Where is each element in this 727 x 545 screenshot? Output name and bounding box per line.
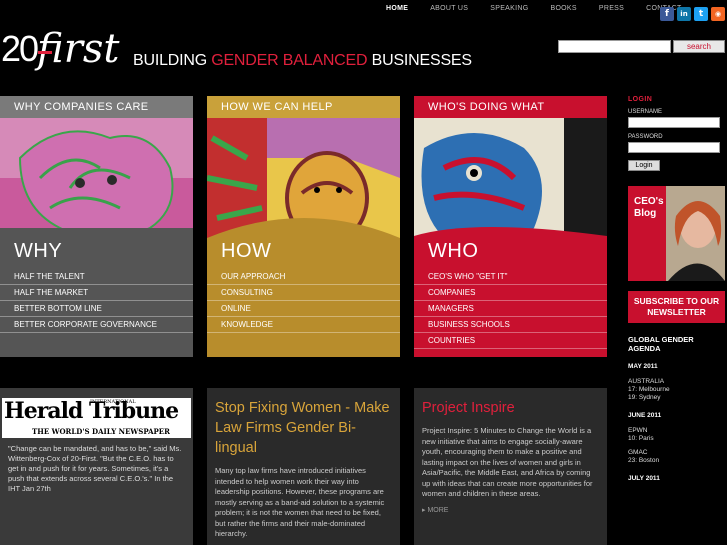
menu-spacer [207, 333, 400, 357]
menu-spacer [414, 349, 607, 357]
nav-books[interactable]: BOOKS [539, 4, 587, 14]
how-artwork[interactable]: HOW [207, 118, 400, 269]
menu-item-managers[interactable]: MANAGERS [414, 301, 607, 317]
username-label: USERNAME [628, 109, 663, 115]
search-button[interactable]: search [673, 40, 725, 53]
menu-item-approach[interactable]: OUR APPROACH [207, 269, 400, 285]
logo-number: 20 [1, 28, 39, 69]
masthead-intl: INTERNATIONAL [90, 399, 136, 405]
ceo-blog[interactable]: CEO's Blog [628, 186, 725, 281]
username-field[interactable] [628, 117, 720, 128]
agenda-line: 17: Melbourne [628, 386, 670, 393]
sidebar: LOGIN USERNAME PASSWORD Login CEO's Blog … [628, 96, 727, 482]
agenda-line: 10: Paris [628, 435, 654, 442]
project-panel: Project Inspire Project Inspire: 5 Minut… [414, 388, 607, 545]
how-menu: OUR APPROACH CONSULTING ONLINE KNOWLEDGE [207, 269, 400, 357]
agenda-month-june: JUNE 2011 [628, 412, 662, 419]
who-column: WHO'S DOING WHAT WHO CEO'S WHO "GET IT" … [414, 96, 607, 357]
password-label: PASSWORD [628, 134, 663, 140]
why-header[interactable]: WHY COMPANIES CARE [0, 96, 193, 118]
blog-title: CEO's Blog [634, 196, 664, 220]
agenda-entry: EPWN 10: Paris GMAC 23: Boston [628, 427, 727, 465]
menu-item-countries[interactable]: COUNTRIES [414, 333, 607, 349]
how-header[interactable]: HOW WE CAN HELP [207, 96, 400, 118]
article-title[interactable]: Stop Fixing Women - Make Law Firms Gende… [215, 398, 392, 458]
tagline-a: BUILDING [133, 52, 212, 69]
menu-item-companies[interactable]: COMPANIES [414, 285, 607, 301]
menu-item-knowledge[interactable]: KNOWLEDGE [207, 317, 400, 333]
press-quote: "Change can be mandated, and has to be,"… [8, 444, 182, 493]
menu-item-consulting[interactable]: CONSULTING [207, 285, 400, 301]
agenda-month-may: MAY 2011 [628, 363, 658, 370]
press-panel: Herald Tribune INTERNATIONAL THE WORLD'S… [0, 388, 193, 545]
twitter-icon[interactable]: t [694, 7, 708, 21]
menu-item-online[interactable]: ONLINE [207, 301, 400, 317]
facebook-icon[interactable]: f [660, 7, 674, 21]
article-panel: Stop Fixing Women - Make Law Firms Gende… [207, 388, 400, 545]
logo-dash [38, 51, 52, 54]
blog-title-b: Blog [634, 208, 657, 219]
agenda-line: 19: Sydney [628, 394, 661, 401]
tagline: BUILDING GENDER BALANCED BUSINESSES [133, 52, 472, 70]
menu-item-governance[interactable]: BETTER CORPORATE GOVERNANCE [0, 317, 193, 333]
nav-press[interactable]: PRESS [588, 4, 635, 14]
more-label: MORE [427, 506, 449, 514]
nav-about-us[interactable]: ABOUT US [419, 4, 479, 14]
logo-word: first [37, 26, 120, 72]
article-text: Many top law firms have introduced initi… [215, 466, 385, 538]
tagline-b: BUSINESSES [367, 52, 472, 69]
agenda-month-july: JULY 2011 [628, 475, 660, 482]
menu-spacer [0, 333, 193, 357]
logo[interactable]: 20 first [1, 26, 120, 72]
masthead-a: Herald [4, 398, 83, 424]
project-title[interactable]: Project Inspire [422, 398, 599, 418]
nav-home[interactable]: HOME [375, 4, 419, 14]
how-column: HOW WE CAN HELP HOW OUR APPROACH CONSULT… [207, 96, 400, 357]
menu-item-ceos[interactable]: CEO'S WHO "GET IT" [414, 269, 607, 285]
linkedin-icon[interactable]: in [677, 7, 691, 21]
agenda-title: GLOBAL GENDER AGENDA [628, 335, 694, 353]
search-box: search [558, 40, 725, 53]
why-column: WHY COMPANIES CARE WHY HALF THE TALENT H… [0, 96, 193, 357]
agenda-line: GMAC [628, 449, 648, 456]
who-big-label: WHO [428, 240, 479, 262]
why-artwork[interactable]: WHY [0, 118, 193, 269]
project-text: Project Inspire: 5 Minutes to Change the… [422, 426, 593, 498]
iht-masthead[interactable]: Herald Tribune INTERNATIONAL THE WORLD'S… [2, 398, 191, 438]
who-header[interactable]: WHO'S DOING WHAT [414, 96, 607, 118]
rss-icon[interactable]: ◉ [711, 7, 725, 21]
menu-item-business-schools[interactable]: BUSINESS SCHOOLS [414, 317, 607, 333]
menu-item-half-market[interactable]: HALF THE MARKET [0, 285, 193, 301]
why-big-label: WHY [14, 240, 63, 262]
who-menu: CEO'S WHO "GET IT" COMPANIES MANAGERS BU… [414, 269, 607, 357]
social-links: f in t ◉ [660, 7, 725, 21]
top-nav: HOME ABOUT US SPEAKING BOOKS PRESS CONTA… [375, 4, 693, 14]
agenda-line: 23: Boston [628, 457, 660, 464]
more-link[interactable]: ▸ MORE [422, 506, 599, 514]
tagline-highlight: GENDER BALANCED [211, 52, 368, 69]
menu-item-half-talent[interactable]: HALF THE TALENT [0, 269, 193, 285]
who-artwork[interactable]: WHO [414, 118, 607, 269]
agenda-entry: AUSTRALIA 17: Melbourne 19: Sydney [628, 378, 727, 402]
login-title: LOGIN [628, 96, 653, 103]
nav-speaking[interactable]: SPEAKING [479, 4, 539, 14]
password-field[interactable] [628, 142, 720, 153]
subscribe-button[interactable]: SUBSCRIBE TO OUR NEWSLETTER [628, 291, 725, 323]
agenda-line: EPWN [628, 427, 648, 434]
masthead-sub: THE WORLD'S DAILY NEWSPAPER [32, 427, 170, 436]
agenda-line: AUSTRALIA [628, 378, 665, 385]
search-input[interactable] [558, 40, 671, 53]
why-menu: HALF THE TALENT HALF THE MARKET BETTER B… [0, 269, 193, 357]
how-big-label: HOW [221, 240, 272, 262]
menu-item-bottom-line[interactable]: BETTER BOTTOM LINE [0, 301, 193, 317]
login-button[interactable]: Login [628, 160, 660, 171]
blog-title-a: CEO's [634, 196, 664, 207]
